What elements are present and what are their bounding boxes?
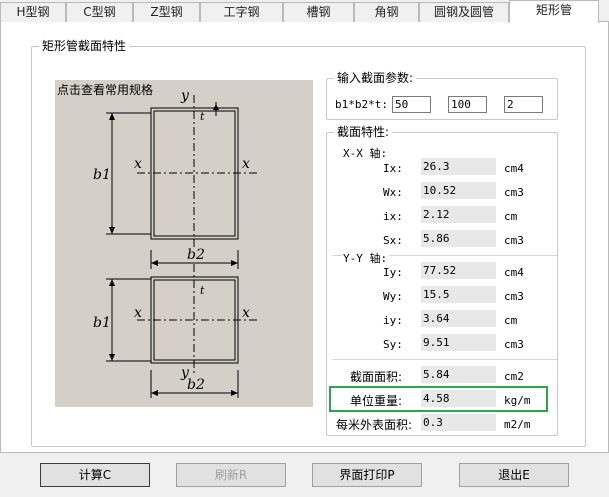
area-separator bbox=[332, 359, 557, 360]
unit-weight-value: 4.58 bbox=[421, 390, 496, 407]
tab-channel[interactable]: 槽钢 bbox=[283, 2, 354, 22]
wx-unit: cm3 bbox=[504, 186, 524, 199]
unit-weight-unit: kg/m bbox=[504, 394, 531, 407]
sx-unit: cm3 bbox=[504, 234, 524, 247]
top-width-label: b2 bbox=[187, 247, 205, 263]
sx-label: Sx: bbox=[383, 234, 403, 247]
ix-unit: cm4 bbox=[504, 162, 524, 175]
radius-x-label: ix: bbox=[383, 210, 403, 223]
wy-unit: cm3 bbox=[504, 290, 524, 303]
surface-area-label: 每米外表面积: bbox=[336, 418, 413, 432]
steel-type-tabs: H型钢 C型钢 Z型钢 工字钢 槽钢 角钢 圆钢及圆管 矩形管 bbox=[0, 0, 609, 23]
refresh-button[interactable]: 刷新R bbox=[176, 463, 286, 487]
top-y-axis-label: y bbox=[180, 88, 190, 104]
bottom-height-label: b1 bbox=[93, 315, 111, 331]
iy-value: 77.52 bbox=[421, 262, 496, 279]
radius-x-unit: cm bbox=[504, 210, 518, 223]
area-value: 5.84 bbox=[421, 366, 496, 383]
iy-label: Iy: bbox=[383, 266, 403, 279]
section-properties-title: 矩形管截面特性 bbox=[39, 39, 130, 53]
bottom-left-x-axis-label: x bbox=[134, 305, 142, 321]
tab-h-steel[interactable]: H型钢 bbox=[0, 2, 66, 22]
calculate-button[interactable]: 计算C bbox=[40, 463, 150, 487]
top-right-x-axis-label: x bbox=[242, 156, 250, 172]
radius-y-unit: cm bbox=[504, 314, 518, 327]
x-x-axis-heading: X-X 轴: bbox=[343, 147, 388, 160]
sy-unit: cm3 bbox=[504, 338, 524, 351]
tab-c-steel[interactable]: C型钢 bbox=[66, 2, 133, 22]
radius-y-value: 3.64 bbox=[421, 310, 496, 327]
tab-angle[interactable]: 角钢 bbox=[354, 2, 419, 22]
tab-i-beam[interactable]: 工字钢 bbox=[200, 2, 283, 22]
bottom-width-label: b2 bbox=[187, 377, 205, 393]
print-screen-button[interactable]: 界面打印P bbox=[312, 463, 422, 487]
bottom-thickness-label: t bbox=[200, 284, 205, 297]
rectangular-tube-diagram: y t b1 x x b2 t b1 x x y b2 bbox=[93, 88, 258, 398]
exit-button[interactable]: 退出E bbox=[459, 463, 569, 487]
ix-value: 26.3 bbox=[421, 158, 496, 175]
top-thickness-label: t bbox=[200, 110, 205, 123]
section-drawing[interactable]: 点击查看常用规格 y t b1 x x b2 t b1 x x y b2 bbox=[55, 80, 313, 407]
wy-value: 15.5 bbox=[421, 286, 496, 303]
unit-weight-label: 单位重量: bbox=[350, 394, 403, 408]
top-left-x-axis-label: x bbox=[134, 156, 142, 172]
thickness-input[interactable]: 2 bbox=[504, 96, 543, 113]
tab-round-bar-pipe[interactable]: 圆钢及圆管 bbox=[419, 2, 509, 22]
sx-value: 5.86 bbox=[421, 230, 496, 247]
area-unit: cm2 bbox=[504, 370, 524, 383]
wy-label: Wy: bbox=[383, 290, 403, 303]
area-label: 截面面积: bbox=[350, 370, 403, 384]
iy-unit: cm4 bbox=[504, 266, 524, 279]
input-parameters-title: 输入截面参数: bbox=[334, 71, 417, 85]
surface-area-unit: m2/m bbox=[504, 418, 531, 431]
wx-value: 10.52 bbox=[421, 182, 496, 199]
view-common-specs-link[interactable]: 点击查看常用规格 bbox=[57, 81, 153, 98]
tab-z-steel[interactable]: Z型钢 bbox=[133, 2, 200, 22]
sy-value: 9.51 bbox=[421, 334, 496, 351]
tab-rectangular-tube[interactable]: 矩形管 bbox=[509, 0, 599, 23]
top-height-label: b1 bbox=[93, 167, 111, 183]
b1-b2-t-label: b1*b2*t: bbox=[335, 98, 388, 111]
b1-input[interactable]: 50 bbox=[392, 96, 431, 113]
ix-label: Ix: bbox=[383, 162, 403, 175]
bottom-right-x-axis-label: x bbox=[242, 305, 250, 321]
radius-y-label: iy: bbox=[383, 314, 403, 327]
sy-label: Sy: bbox=[383, 338, 403, 351]
b2-input[interactable]: 100 bbox=[448, 96, 487, 113]
radius-x-value: 2.12 bbox=[421, 206, 496, 223]
wx-label: Wx: bbox=[383, 186, 403, 199]
y-y-axis-heading: Y-Y 轴: bbox=[343, 250, 390, 266]
section-results-title: 截面特性: bbox=[334, 125, 393, 139]
surface-area-value: 0.3 bbox=[421, 414, 496, 431]
